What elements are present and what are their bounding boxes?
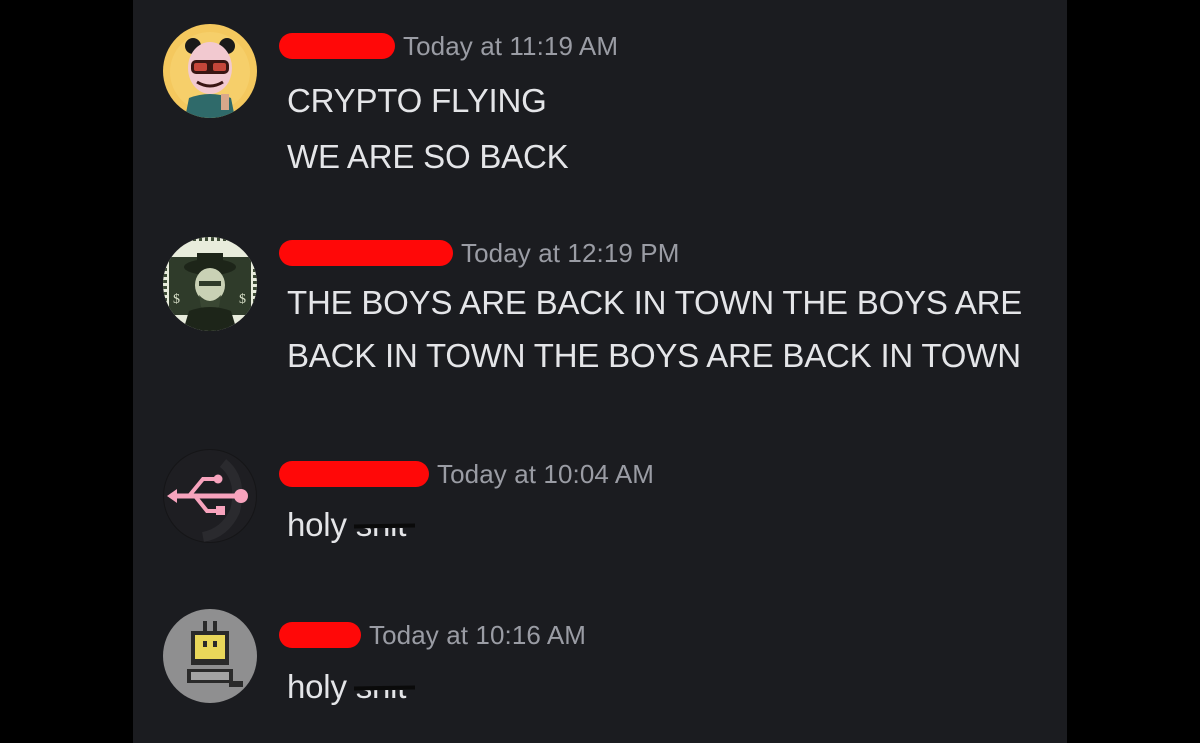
message-header: Today at 10:04 AM xyxy=(279,457,654,491)
message-word: holy xyxy=(287,506,347,543)
message-timestamp: Today at 11:19 AM xyxy=(403,30,619,61)
chat-screen: Today at 11:19 AM CRYPTO FLYING WE ARE S… xyxy=(133,0,1067,743)
message-word: holy xyxy=(287,668,347,705)
censored-word: shit xyxy=(353,506,415,544)
message-header: Today at 11:19 AM xyxy=(279,29,618,63)
redacted-username xyxy=(279,622,361,648)
message-text: THE BOYS ARE BACK IN TOWN THE BOYS ARE xyxy=(287,284,1023,321)
message-text: BACK IN TOWN THE BOYS ARE BACK IN TOWN xyxy=(287,337,1021,374)
panda-mask-avatar-icon[interactable] xyxy=(163,24,257,118)
message-text: WE ARE SO BACK xyxy=(287,138,569,175)
message-text: holy shit xyxy=(287,506,415,544)
usb-symbol-avatar-icon[interactable] xyxy=(163,449,257,543)
message-timestamp: Today at 12:19 PM xyxy=(461,237,680,268)
svg-text:$: $ xyxy=(173,292,180,307)
message-timestamp: Today at 10:16 AM xyxy=(369,619,587,650)
redacted-username xyxy=(279,461,429,487)
redacted-username xyxy=(279,33,395,59)
message-header: Today at 12:19 PM xyxy=(279,236,680,270)
censored-word: shit xyxy=(353,668,415,706)
message-text: holy shit xyxy=(287,668,415,706)
message-timestamp: Today at 10:04 AM xyxy=(437,458,655,489)
banknote-portrait-avatar-icon[interactable]: $ $ xyxy=(163,237,257,331)
redacted-username xyxy=(279,240,453,266)
message-text: CRYPTO FLYING xyxy=(287,82,547,119)
pixel-computer-avatar-icon[interactable] xyxy=(163,609,257,703)
svg-text:$: $ xyxy=(239,292,246,307)
message-header: Today at 10:16 AM xyxy=(279,618,586,652)
